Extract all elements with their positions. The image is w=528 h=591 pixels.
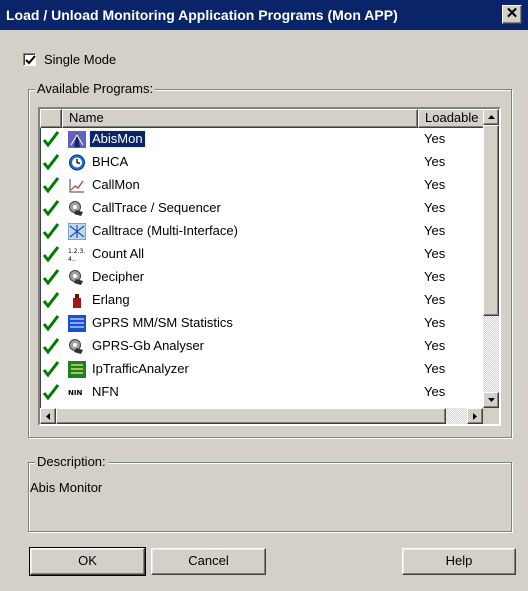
description-text: Abis Monitor bbox=[30, 480, 103, 495]
program-name: GPRS MM/SM Statistics bbox=[92, 315, 233, 330]
phone-gear-icon bbox=[68, 269, 86, 286]
list-item[interactable]: AbisMon Yes bbox=[40, 128, 485, 151]
list-item[interactable]: Decipher Yes bbox=[40, 266, 485, 289]
header-name[interactable]: Name bbox=[62, 109, 418, 128]
single-mode-row[interactable]: Single Mode bbox=[23, 52, 116, 67]
program-loadable: Yes bbox=[424, 384, 446, 399]
program-loadable: Yes bbox=[424, 177, 446, 192]
phone-gear-icon bbox=[68, 338, 86, 355]
description-label: Description: bbox=[35, 454, 108, 469]
ok-button[interactable]: OK bbox=[29, 547, 146, 576]
list-item[interactable]: NIN NFN Yes bbox=[40, 381, 485, 404]
list-rows: AbisMon Yes BHCA Yes CallMon Yes CallTrace / S… bbox=[40, 128, 485, 404]
phone-gear-icon bbox=[68, 200, 86, 217]
loadable-check-icon bbox=[42, 292, 60, 312]
clock-icon bbox=[68, 154, 86, 171]
program-name: CallMon bbox=[92, 177, 140, 192]
loadable-check-icon bbox=[42, 338, 60, 358]
program-name: IpTrafficAnalyzer bbox=[92, 361, 189, 376]
loadable-check-icon bbox=[42, 361, 60, 381]
loadable-check-icon bbox=[42, 154, 60, 174]
program-name: Count All bbox=[92, 246, 145, 261]
title-bar: Load / Unload Monitoring Application Pro… bbox=[0, 0, 528, 30]
loadable-check-icon bbox=[42, 246, 60, 266]
scroll-corner bbox=[483, 408, 499, 424]
loadable-check-icon bbox=[42, 177, 60, 197]
horizontal-scrollbar[interactable] bbox=[40, 408, 483, 424]
program-loadable: Yes bbox=[424, 154, 446, 169]
program-loadable: Yes bbox=[424, 131, 446, 146]
program-loadable: Yes bbox=[424, 292, 446, 307]
program-loadable: Yes bbox=[424, 338, 446, 353]
list-item[interactable]: CallMon Yes bbox=[40, 174, 485, 197]
svg-text:NIN: NIN bbox=[68, 389, 82, 397]
arrow-down-icon bbox=[487, 398, 495, 402]
svg-text:1.2.3.: 1.2.3. bbox=[68, 248, 85, 255]
description-group: Description: bbox=[28, 454, 512, 532]
list-item[interactable]: GPRS MM/SM Statistics Yes bbox=[40, 312, 485, 335]
loadable-check-icon bbox=[42, 269, 60, 289]
program-name: AbisMon bbox=[89, 130, 146, 148]
scroll-right-button[interactable] bbox=[467, 408, 483, 424]
loadable-check-icon bbox=[42, 223, 60, 243]
list-item[interactable]: CallTrace / Sequencer Yes bbox=[40, 197, 485, 220]
program-loadable: Yes bbox=[424, 361, 446, 376]
help-button[interactable]: Help bbox=[402, 548, 516, 575]
chart-icon bbox=[68, 177, 86, 194]
program-name: BHCA bbox=[92, 154, 129, 169]
horizontal-scroll-thumb[interactable] bbox=[56, 408, 446, 424]
statistics-icon bbox=[68, 315, 86, 332]
single-mode-checkbox[interactable] bbox=[23, 53, 36, 66]
scroll-up-button[interactable] bbox=[483, 109, 499, 125]
program-loadable: Yes bbox=[424, 223, 446, 238]
list-header: Name Loadable bbox=[40, 109, 485, 128]
program-loadable: Yes bbox=[424, 315, 446, 330]
program-name: GPRS-Gb Analyser bbox=[92, 338, 204, 353]
scroll-left-button[interactable] bbox=[40, 408, 56, 424]
network-icon bbox=[67, 222, 87, 241]
program-name: CallTrace / Sequencer bbox=[92, 200, 221, 215]
program-loadable: Yes bbox=[424, 246, 446, 261]
nfn-icon: NIN bbox=[68, 384, 86, 401]
traffic-icon bbox=[68, 361, 86, 378]
vertical-scrollbar[interactable] bbox=[483, 109, 499, 408]
arrow-up-icon bbox=[487, 115, 495, 119]
program-name: Decipher bbox=[92, 269, 145, 284]
svg-text:4..: 4.. bbox=[68, 256, 76, 263]
window-title: Load / Unload Monitoring Application Pro… bbox=[6, 7, 398, 23]
list-item[interactable]: IpTrafficAnalyzer Yes bbox=[40, 358, 485, 381]
loadable-check-icon bbox=[42, 384, 60, 404]
header-loadable[interactable]: Loadable bbox=[418, 109, 485, 128]
weight-icon bbox=[68, 292, 86, 309]
program-loadable: Yes bbox=[424, 200, 446, 215]
header-blank bbox=[40, 109, 62, 128]
arrow-left-icon bbox=[46, 412, 50, 420]
list-item[interactable]: GPRS-Gb Analyser Yes bbox=[40, 335, 485, 358]
programs-list[interactable]: Name Loadable AbisMon Yes BHCA Yes CallMon Ye… bbox=[38, 107, 501, 426]
single-mode-label: Single Mode bbox=[44, 52, 117, 67]
loadable-check-icon bbox=[42, 131, 60, 151]
loadable-check-icon bbox=[42, 200, 60, 220]
program-loadable: Yes bbox=[424, 269, 446, 284]
count-icon: 1.2.3. 4.. bbox=[68, 246, 86, 263]
list-item[interactable]: Calltrace (Multi-Interface) Yes bbox=[40, 220, 485, 243]
scroll-down-button[interactable] bbox=[483, 392, 499, 408]
checkmark-icon bbox=[25, 55, 36, 65]
vertical-scroll-thumb[interactable] bbox=[483, 125, 499, 316]
available-programs-label: Available Programs: bbox=[35, 81, 156, 96]
list-item[interactable]: Erlang Yes bbox=[40, 289, 485, 312]
abismon-icon bbox=[68, 131, 86, 148]
list-item[interactable]: 1.2.3. 4.. Count All Yes bbox=[40, 243, 485, 266]
arrow-right-icon bbox=[473, 412, 477, 420]
loadable-check-icon bbox=[42, 315, 60, 335]
close-button[interactable]: ✕ bbox=[502, 5, 522, 24]
program-name: Erlang bbox=[92, 292, 130, 307]
cancel-button[interactable]: Cancel bbox=[151, 548, 266, 575]
program-name: NFN bbox=[92, 384, 119, 399]
program-name: Calltrace (Multi-Interface) bbox=[92, 223, 238, 238]
list-item[interactable]: BHCA Yes bbox=[40, 151, 485, 174]
